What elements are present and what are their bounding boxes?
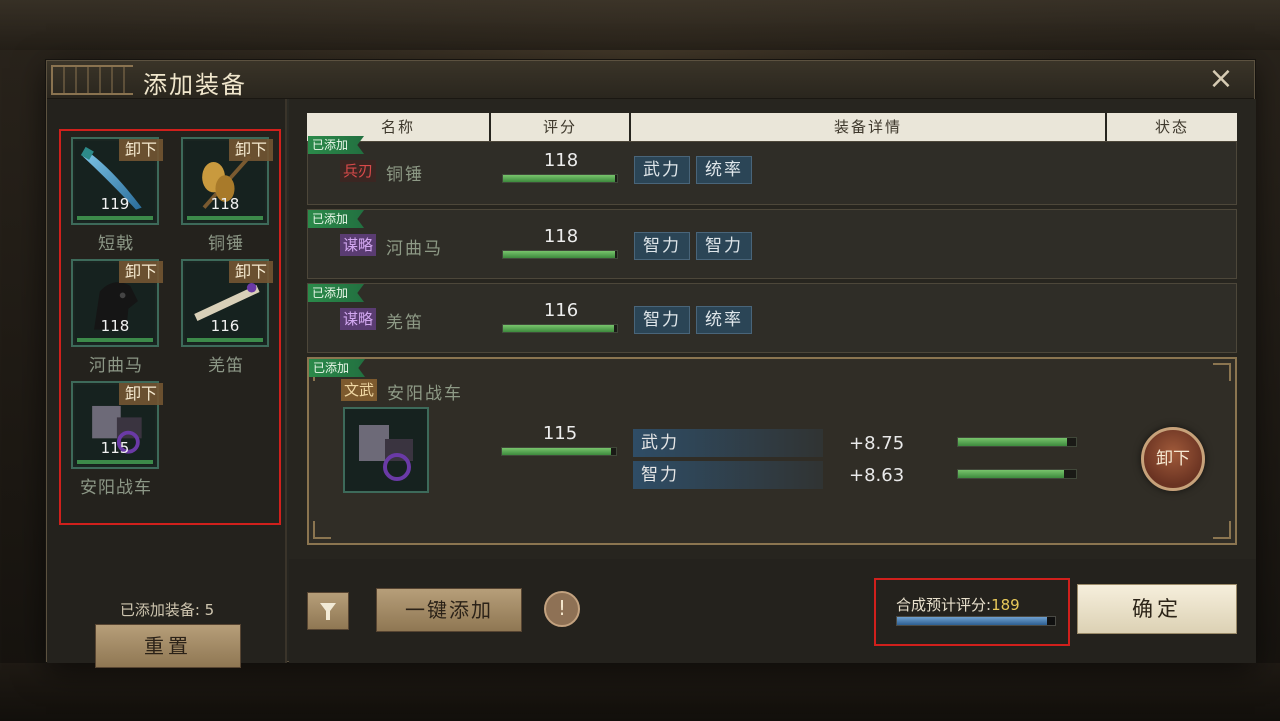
war-chariot-icon — [343, 407, 429, 493]
added-equipment-count: 已添加装备: 5 — [119, 601, 215, 619]
corner-ornament — [313, 521, 331, 539]
stat-label-intellect: 智力 — [633, 461, 823, 489]
slot-name: 铜锤 — [208, 234, 244, 254]
attribute-chip: 武力 — [634, 156, 690, 184]
slot-score: 118 — [210, 195, 240, 213]
attribute-chip: 统率 — [696, 306, 752, 334]
equipment-type-tag: 文武 — [341, 379, 378, 401]
equipment-score: 115 — [542, 423, 578, 444]
score-bar — [502, 250, 618, 259]
unequip-button[interactable]: 卸下 — [1141, 427, 1205, 491]
predicted-score-box: 合成预计评分:189 — [874, 578, 1070, 646]
table-header: 名称 评分 装备详情 状态 — [307, 113, 1237, 141]
equipment-score: 118 — [543, 150, 579, 171]
added-badge: 已添加 — [308, 210, 365, 228]
attribute-chip: 统率 — [696, 156, 752, 184]
column-status: 状态 — [1107, 113, 1237, 141]
slot-score: 115 — [100, 439, 130, 457]
predicted-score-label: 合成预计评分:189 — [896, 594, 1020, 615]
equipment-type-tag: 兵刃 — [340, 160, 377, 182]
column-details: 装备详情 — [631, 113, 1105, 141]
equipped-grid: 119 卸下 短戟 118 卸下 铜锤 118 卸下 河曲马 116 卸下 羌笛… — [59, 129, 281, 525]
title-ornament-icon — [51, 65, 133, 95]
equip-slot-horse[interactable]: 118 卸下 河曲马 — [61, 259, 163, 381]
unequip-button[interactable]: 卸下 — [118, 139, 163, 161]
equip-slot-war-chariot[interactable]: 115 卸下 安阳战车 — [61, 381, 163, 503]
equip-slot-bronze-hammer[interactable]: 118 卸下 铜锤 — [171, 137, 273, 259]
attribute-chip: 智力 — [696, 232, 752, 260]
equipment-row[interactable]: 已添加 兵刃 铜锤 118 武力 统率 — [307, 136, 1237, 205]
equip-slot-halberd[interactable]: 119 卸下 短戟 — [61, 137, 163, 259]
add-equipment-dialog: 添加装备 × 119 卸下 短戟 118 卸下 铜锤 118 卸下 河曲马 11… — [46, 60, 1256, 668]
stat-bar-force — [957, 437, 1077, 447]
one-click-add-button[interactable]: 一键添加 — [376, 588, 522, 632]
slot-level-bar — [77, 216, 153, 220]
score-bar — [502, 324, 618, 333]
info-icon[interactable]: ! — [544, 591, 580, 627]
added-badge: 已添加 — [309, 359, 366, 377]
corner-ornament — [1213, 363, 1231, 381]
column-score: 评分 — [491, 113, 629, 141]
equipment-name: 河曲马 — [386, 239, 443, 259]
bottom-action-bar: 一键添加 ! 合成预计评分:189 确定 — [289, 559, 1256, 663]
equipment-row[interactable]: 已添加 谋略 羌笛 116 智力 统率 — [307, 283, 1237, 353]
filter-icon — [320, 603, 336, 620]
attribute-chip: 智力 — [634, 232, 690, 260]
reset-button[interactable]: 重置 — [95, 624, 241, 668]
stat-value-force: +8.75 — [849, 433, 905, 454]
unequip-button[interactable]: 卸下 — [118, 261, 163, 283]
stat-label-force: 武力 — [633, 429, 823, 457]
unequip-button[interactable]: 卸下 — [228, 261, 273, 283]
slot-level-bar — [187, 216, 263, 220]
equipment-list-panel: 名称 评分 装备详情 状态 已添加 兵刃 铜锤 118 武力 统率 已添加 谋略… — [289, 99, 1256, 559]
equipment-score: 118 — [543, 226, 579, 247]
slot-name: 河曲马 — [89, 356, 143, 376]
slot-score: 119 — [100, 195, 130, 213]
equipped-panel: 119 卸下 短戟 118 卸下 铜锤 118 卸下 河曲马 116 卸下 羌笛… — [47, 99, 287, 668]
unequip-button[interactable]: 卸下 — [228, 139, 273, 161]
unequip-button[interactable]: 卸下 — [118, 383, 163, 405]
slot-level-bar — [187, 338, 263, 342]
confirm-button[interactable]: 确定 — [1077, 584, 1237, 634]
equip-slot-flute[interactable]: 116 卸下 羌笛 — [171, 259, 273, 381]
predicted-score-bar — [896, 616, 1056, 626]
predicted-score-value: 189 — [991, 596, 1020, 614]
dialog-title: 添加装备 — [143, 71, 247, 99]
stat-bar-intellect — [957, 469, 1077, 479]
slot-name: 羌笛 — [208, 356, 244, 376]
added-badge: 已添加 — [308, 136, 365, 154]
slot-level-bar — [77, 460, 153, 464]
equipment-row-expanded[interactable]: 已添加 文武 安阳战车 115 武力 +8.75 智力 +8.63 卸下 — [307, 357, 1237, 545]
background-top — [0, 0, 1280, 50]
equipment-name: 安阳战车 — [387, 384, 463, 404]
equipment-score: 116 — [543, 300, 579, 321]
slot-name: 安阳战车 — [80, 478, 152, 498]
score-bar — [501, 447, 617, 456]
equipment-name: 铜锤 — [386, 165, 424, 185]
equipment-type-tag: 谋略 — [340, 234, 377, 256]
equipment-row[interactable]: 已添加 谋略 河曲马 118 智力 智力 — [307, 209, 1237, 279]
dialog-title-bar: 添加装备 × — [47, 61, 1254, 99]
background-bottom — [0, 663, 1280, 721]
predicted-score-text: 合成预计评分: — [896, 596, 992, 614]
filter-button[interactable] — [307, 592, 349, 630]
equipment-type-tag: 谋略 — [340, 308, 377, 330]
close-icon[interactable]: × — [1206, 64, 1236, 95]
slot-score: 116 — [210, 317, 240, 335]
attribute-chip: 智力 — [634, 306, 690, 334]
corner-ornament — [1213, 521, 1231, 539]
equipment-name: 羌笛 — [386, 313, 424, 333]
added-badge: 已添加 — [308, 284, 365, 302]
stat-value-intellect: +8.63 — [849, 465, 905, 486]
slot-level-bar — [77, 338, 153, 342]
slot-name: 短戟 — [98, 234, 134, 254]
slot-score: 118 — [100, 317, 130, 335]
score-bar — [502, 174, 618, 183]
